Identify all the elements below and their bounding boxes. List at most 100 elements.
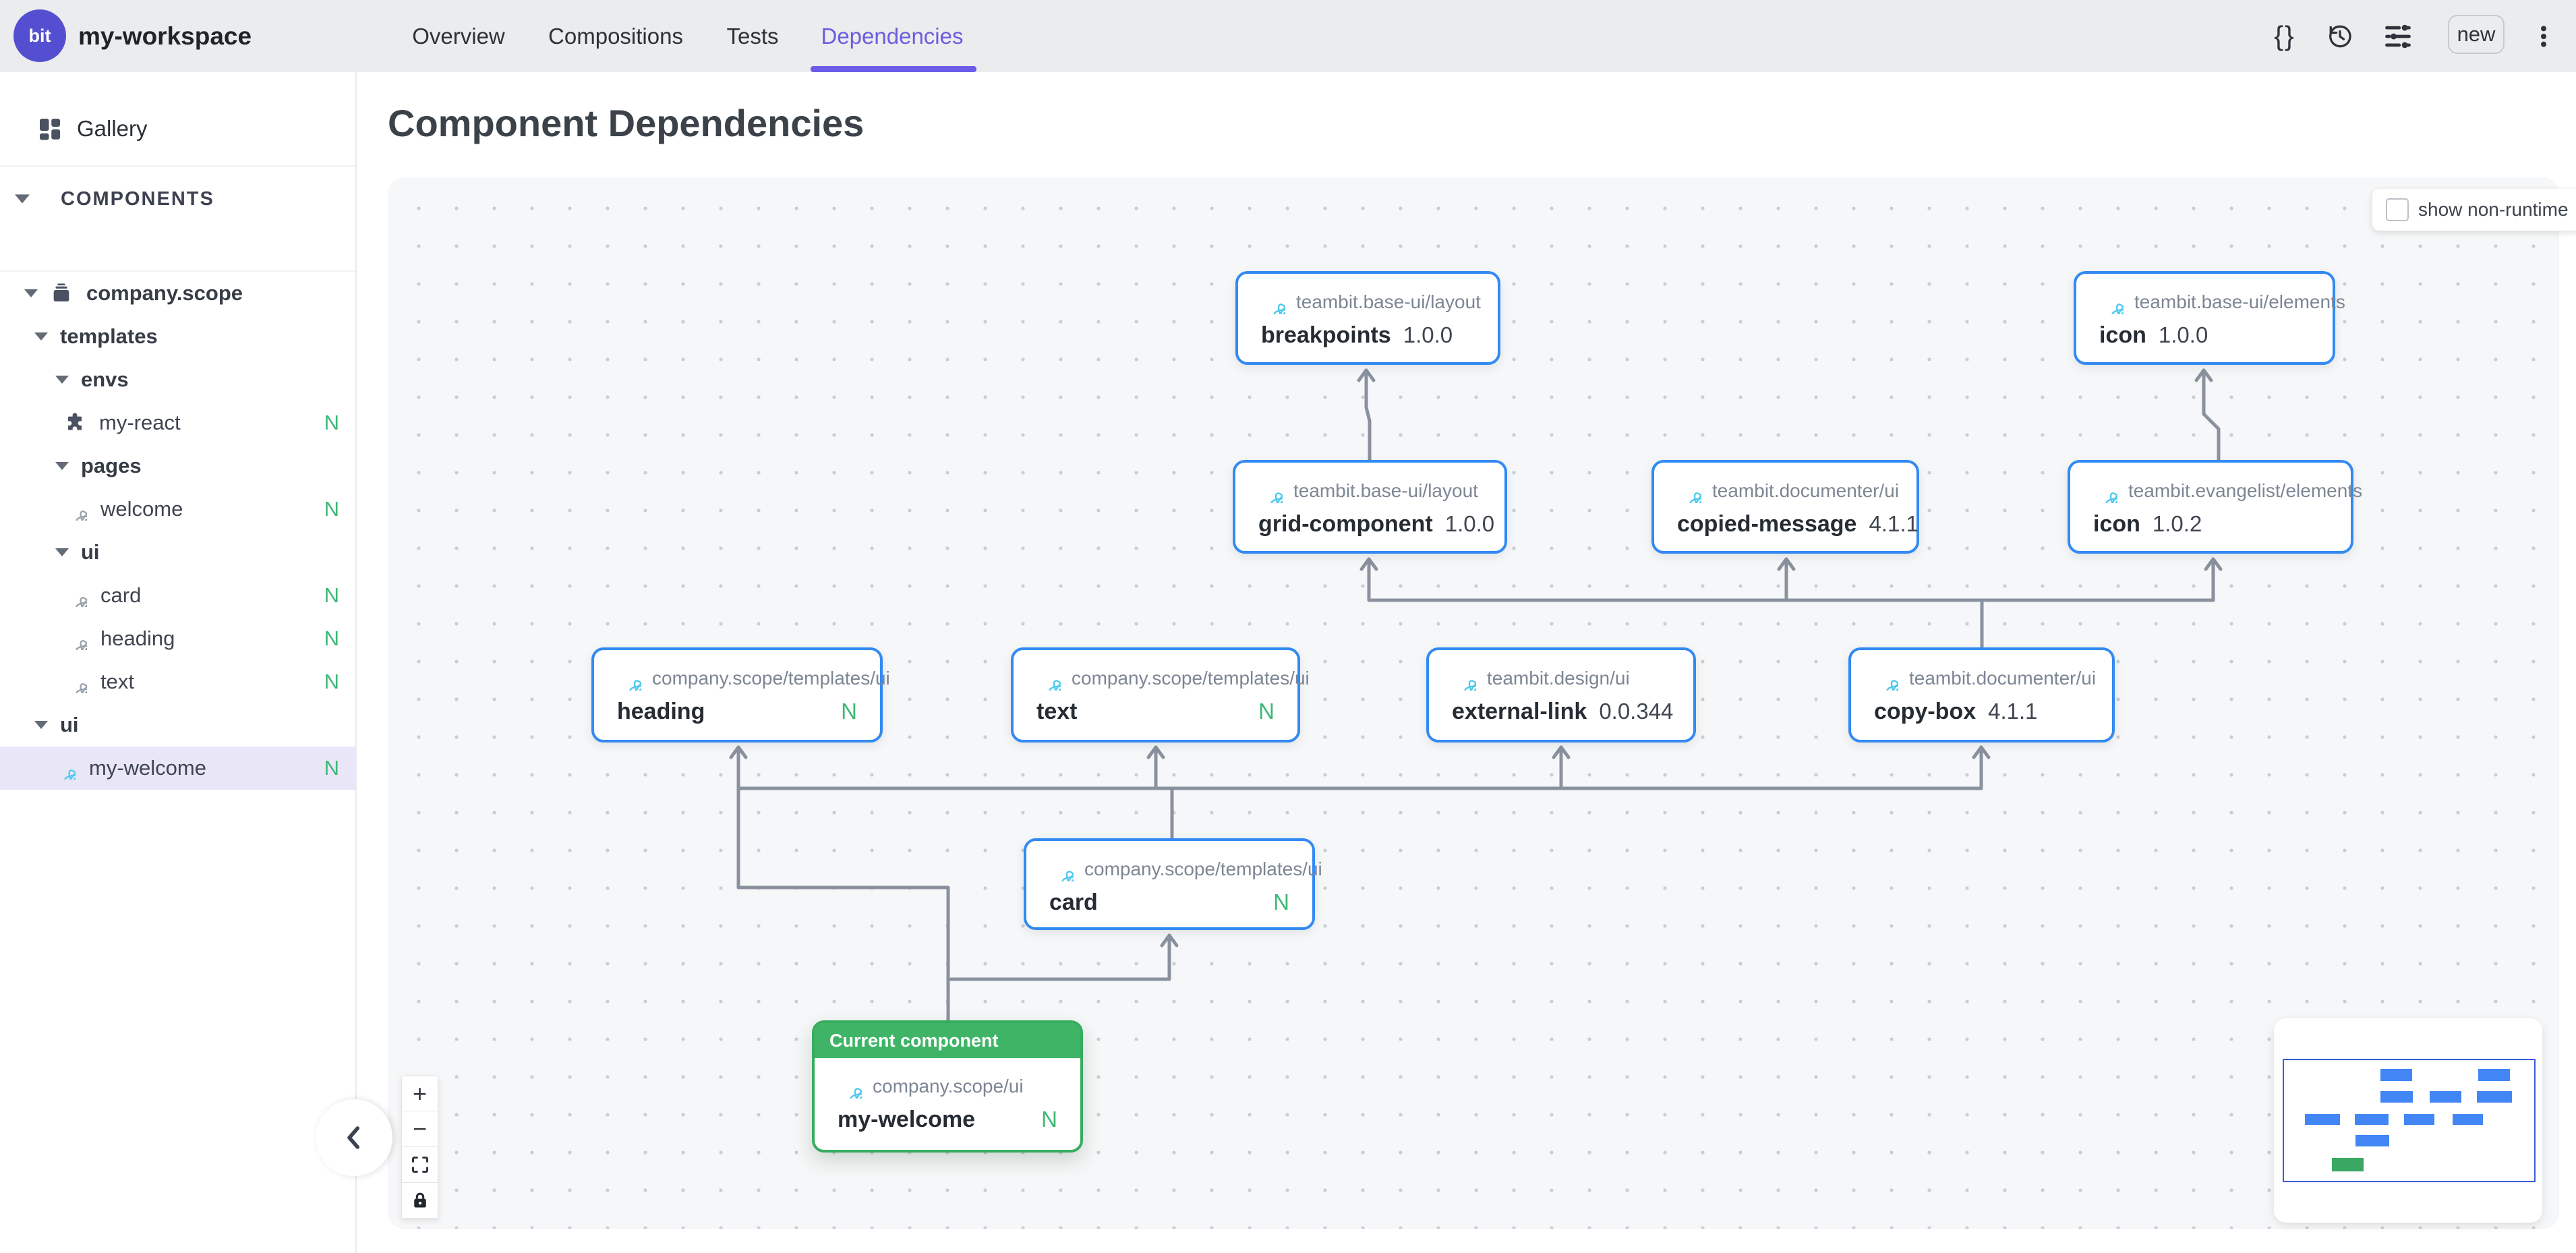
code-icon[interactable]: {} (2260, 0, 2309, 72)
chevron-down-icon (34, 332, 48, 341)
sidebar-item-pages[interactable]: pages (0, 444, 355, 488)
chevron-down-icon (55, 548, 69, 556)
graph-node-external-link[interactable]: teambit.design/uiexternal-link0.0.344 (1426, 647, 1696, 742)
chevron-left-icon (340, 1124, 368, 1152)
node-scope-id: company.scope/templates/ui (1084, 858, 1322, 880)
react-icon (53, 757, 76, 780)
new-button[interactable]: new (2448, 15, 2505, 54)
react-icon (617, 666, 641, 691)
sidebar-item-welcome[interactable]: welcomeN (0, 488, 355, 531)
node-scope-id: company.scope/templates/ui (652, 668, 890, 689)
sidebar-collapse-button[interactable] (316, 1099, 392, 1176)
react-icon (1049, 857, 1074, 881)
node-name: heading (617, 699, 705, 725)
graph-node-copy-box[interactable]: teambit.documenter/uicopy-box4.1.1 (1848, 647, 2115, 742)
sidebar-item-envs[interactable]: envs (0, 358, 355, 401)
tree-label: templates (60, 324, 158, 349)
react-icon (1258, 479, 1283, 503)
graph-node-text[interactable]: company.scope/templates/uitextN (1011, 647, 1300, 742)
sidebar-item-templates[interactable]: templates (0, 315, 355, 358)
sidebar-item-text[interactable]: text N (0, 660, 355, 703)
zoom-out-button[interactable]: − (401, 1111, 438, 1147)
tree-label: card (100, 583, 141, 608)
components-header[interactable]: COMPONENTS (0, 179, 355, 219)
dependency-edge (1366, 370, 1370, 460)
env-puzzle-icon (64, 412, 86, 434)
tab-tests[interactable]: Tests (726, 0, 778, 72)
graph-node-my-welcome[interactable]: Current componentcompany.scope/uimy-welc… (812, 1020, 1083, 1153)
dependency-graph-canvas[interactable]: teambit.base-ui/layoutbreakpoints1.0.0 te… (388, 177, 2559, 1229)
dependency-edge (738, 788, 948, 1020)
node-version: 4.1.1 (1869, 511, 1918, 537)
graph-node-breakpoints[interactable]: teambit.base-ui/layoutbreakpoints1.0.0 (1235, 271, 1500, 365)
show-non-runtime-toggle[interactable]: show non-runtime (2372, 189, 2576, 231)
node-version: 0.0.344 (1599, 699, 1673, 724)
dependency-edge (948, 935, 1169, 979)
minimap-node (2477, 1091, 2512, 1103)
node-scope-id: teambit.documenter/ui (1712, 480, 1899, 502)
tab-dependencies[interactable]: Dependencies (821, 0, 964, 72)
graph-node-icon-base-ui[interactable]: teambit.base-ui/elementsicon1.0.0 (2074, 271, 2335, 365)
tree-label: heading (100, 626, 175, 651)
node-scope-id: company.scope/ui (873, 1076, 1024, 1097)
kebab-menu-icon[interactable] (2527, 0, 2560, 72)
node-new-badge: N (1258, 699, 1275, 724)
graph-node-card[interactable]: company.scope/templates/uicardN (1024, 838, 1315, 930)
app-window: bit my-workspace OverviewCompositionsTes… (0, 0, 2576, 1253)
tab-compositions[interactable]: Compositions (548, 0, 683, 72)
react-icon (64, 627, 87, 650)
tree-label: my-react (99, 411, 181, 435)
tree-label: envs (81, 368, 129, 392)
settings-sliders-icon[interactable] (2380, 0, 2416, 72)
show-non-runtime-checkbox[interactable] (2386, 198, 2409, 221)
graph-node-grid-component[interactable]: teambit.base-ui/layoutgrid-component1.0.… (1233, 460, 1507, 554)
lock-button[interactable] (401, 1183, 438, 1219)
node-version: 1.0.0 (1403, 322, 1453, 348)
react-icon (1452, 666, 1476, 691)
sidebar-item-company.scope[interactable]: company.scope (0, 272, 355, 315)
node-scope-id: teambit.evangelist/elements (2128, 480, 2362, 502)
lock-icon (411, 1191, 430, 1210)
fit-view-button[interactable] (401, 1147, 438, 1183)
zoom-in-button[interactable]: + (401, 1076, 438, 1111)
react-icon (838, 1074, 862, 1099)
minimap-node (2355, 1114, 2389, 1125)
graph-node-copied-message[interactable]: teambit.documenter/ui copied-message 4.1.1 (1651, 460, 1919, 554)
node-name: copied-message (1677, 511, 1856, 537)
react-icon (1874, 666, 1898, 691)
active-tab-underline (811, 66, 976, 72)
tree-label: ui (81, 540, 100, 564)
sidebar-item-card[interactable]: cardN (0, 574, 355, 617)
tree-label: pages (81, 454, 142, 478)
react-icon (64, 498, 87, 521)
node-name: my-welcome (838, 1107, 975, 1133)
chevron-down-icon (24, 289, 38, 297)
graph-node-heading[interactable]: company.scope/templates/uiheadingN (591, 647, 883, 742)
sidebar-item-my-react[interactable]: my-reactN (0, 401, 355, 444)
history-icon[interactable] (2322, 0, 2358, 72)
node-name: icon (2099, 322, 2146, 349)
react-icon (1261, 290, 1285, 314)
react-icon (1036, 666, 1061, 691)
new-badge: N (324, 670, 355, 694)
react-icon (1677, 479, 1701, 503)
node-new-badge: N (841, 699, 857, 724)
sidebar-item-ui[interactable]: ui (0, 703, 355, 747)
bit-logo[interactable]: bit (13, 9, 66, 62)
sidebar-item-my-welcome[interactable]: my-welcomeN (0, 747, 355, 790)
fit-view-icon (411, 1155, 430, 1174)
sidebar-item-ui[interactable]: ui (0, 531, 355, 574)
graph-node-icon-evangelist[interactable]: teambit.evangelist/elementsicon1.0.2 (2068, 460, 2353, 554)
sidebar-item-gallery[interactable]: Gallery (0, 92, 355, 165)
new-badge: N (324, 626, 355, 651)
tab-overview[interactable]: Overview (412, 0, 505, 72)
tree-label: text (100, 670, 134, 694)
graph-minimap[interactable] (2274, 1018, 2542, 1223)
gallery-label: Gallery (77, 116, 148, 142)
node-scope-id: company.scope/templates/ui (1072, 668, 1310, 689)
top-bar: bit my-workspace OverviewCompositionsTes… (0, 0, 2576, 72)
sidebar-item-heading[interactable]: heading N (0, 617, 355, 660)
minimap-node (2332, 1158, 2364, 1171)
node-scope-id: teambit.design/ui (1487, 668, 1630, 689)
react-icon (64, 670, 87, 693)
